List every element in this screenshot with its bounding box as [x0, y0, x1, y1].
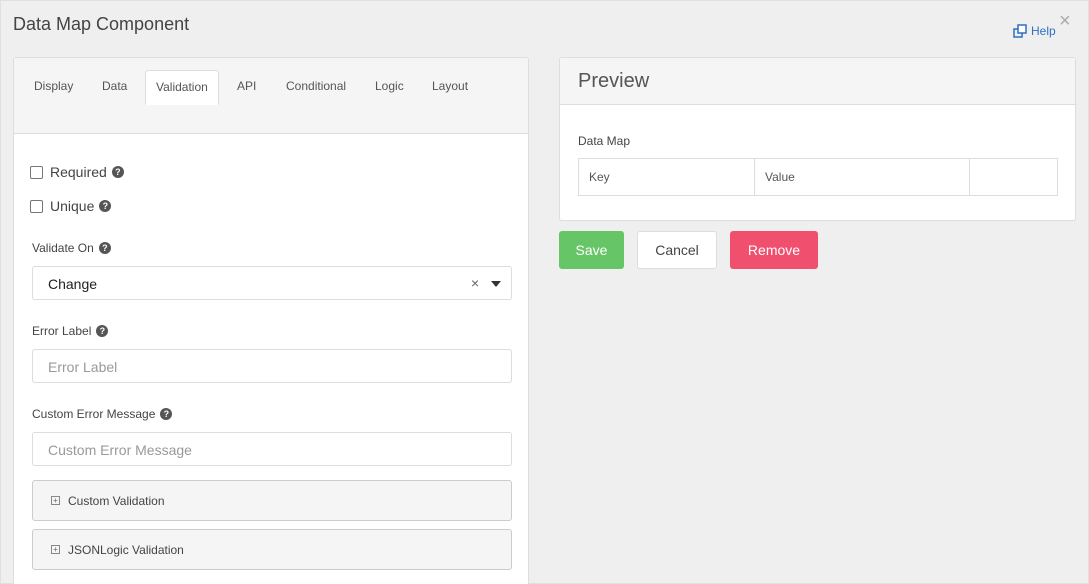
validate-on-select[interactable]: Change ×	[32, 266, 512, 300]
validate-on-value: Change	[48, 276, 98, 292]
tab-conditional[interactable]: Conditional	[276, 70, 356, 105]
custom-validation-label: Custom Validation	[68, 493, 165, 508]
close-icon[interactable]: ×	[1059, 11, 1071, 31]
tab-layout[interactable]: Layout	[422, 70, 478, 105]
data-map-table: Key Value	[578, 158, 1058, 196]
value-header: Value	[755, 159, 970, 195]
unique-label: Unique	[50, 198, 95, 214]
help-link[interactable]: Help	[1013, 24, 1056, 38]
expand-icon: +	[51, 545, 60, 554]
save-button[interactable]: Save	[559, 231, 624, 269]
preview-panel: Preview Data Map Key Value	[559, 57, 1076, 221]
tab-display[interactable]: Display	[24, 70, 83, 105]
key-header: Key	[579, 159, 755, 195]
question-icon[interactable]: ?	[111, 166, 124, 178]
tab-logic[interactable]: Logic	[365, 70, 414, 105]
error-label-label: Error Label	[32, 324, 92, 338]
validate-on-label-row: Validate On ?	[32, 241, 111, 255]
required-label: Required	[50, 164, 107, 180]
custom-validation-accordion[interactable]: + Custom Validation	[32, 480, 512, 521]
preview-title: Preview	[560, 58, 1075, 105]
question-icon[interactable]: ?	[160, 408, 173, 420]
validate-on-label: Validate On	[32, 241, 94, 255]
error-label-label-row: Error Label ?	[32, 324, 109, 338]
chevron-down-icon[interactable]	[491, 281, 501, 287]
unique-row: Unique ?	[30, 198, 112, 214]
required-checkbox[interactable]	[30, 165, 43, 179]
custom-error-label-row: Custom Error Message ?	[32, 407, 173, 421]
custom-error-label: Custom Error Message	[32, 407, 156, 421]
data-map-label: Data Map	[578, 134, 631, 148]
unique-checkbox[interactable]	[30, 199, 43, 213]
jsonlogic-validation-label: JSONLogic Validation	[68, 542, 184, 557]
question-icon[interactable]: ?	[98, 242, 111, 254]
remove-button[interactable]: Remove	[730, 231, 818, 269]
external-window-icon	[1013, 24, 1027, 38]
component-settings-modal: Data Map Component Help × Display Data V…	[0, 0, 1089, 584]
question-icon[interactable]: ?	[99, 200, 112, 212]
tab-api[interactable]: API	[227, 70, 266, 105]
settings-panel: Display Data Validation API Conditional …	[13, 57, 529, 584]
question-icon[interactable]: ?	[96, 325, 109, 337]
cancel-button[interactable]: Cancel	[637, 231, 717, 269]
jsonlogic-validation-accordion[interactable]: + JSONLogic Validation	[32, 529, 512, 570]
custom-error-input[interactable]: Custom Error Message	[32, 432, 512, 466]
required-row: Required ?	[30, 164, 124, 180]
tab-bar: Display Data Validation API Conditional …	[14, 58, 528, 134]
error-label-input[interactable]: Error Label	[32, 349, 512, 383]
modal-title: Data Map Component	[13, 14, 190, 34]
actions-header	[970, 159, 1057, 195]
help-label: Help	[1031, 24, 1056, 38]
tab-validation[interactable]: Validation	[145, 70, 219, 105]
tab-data[interactable]: Data	[92, 70, 137, 105]
clear-icon[interactable]: ×	[471, 275, 479, 291]
expand-icon: +	[51, 496, 60, 505]
